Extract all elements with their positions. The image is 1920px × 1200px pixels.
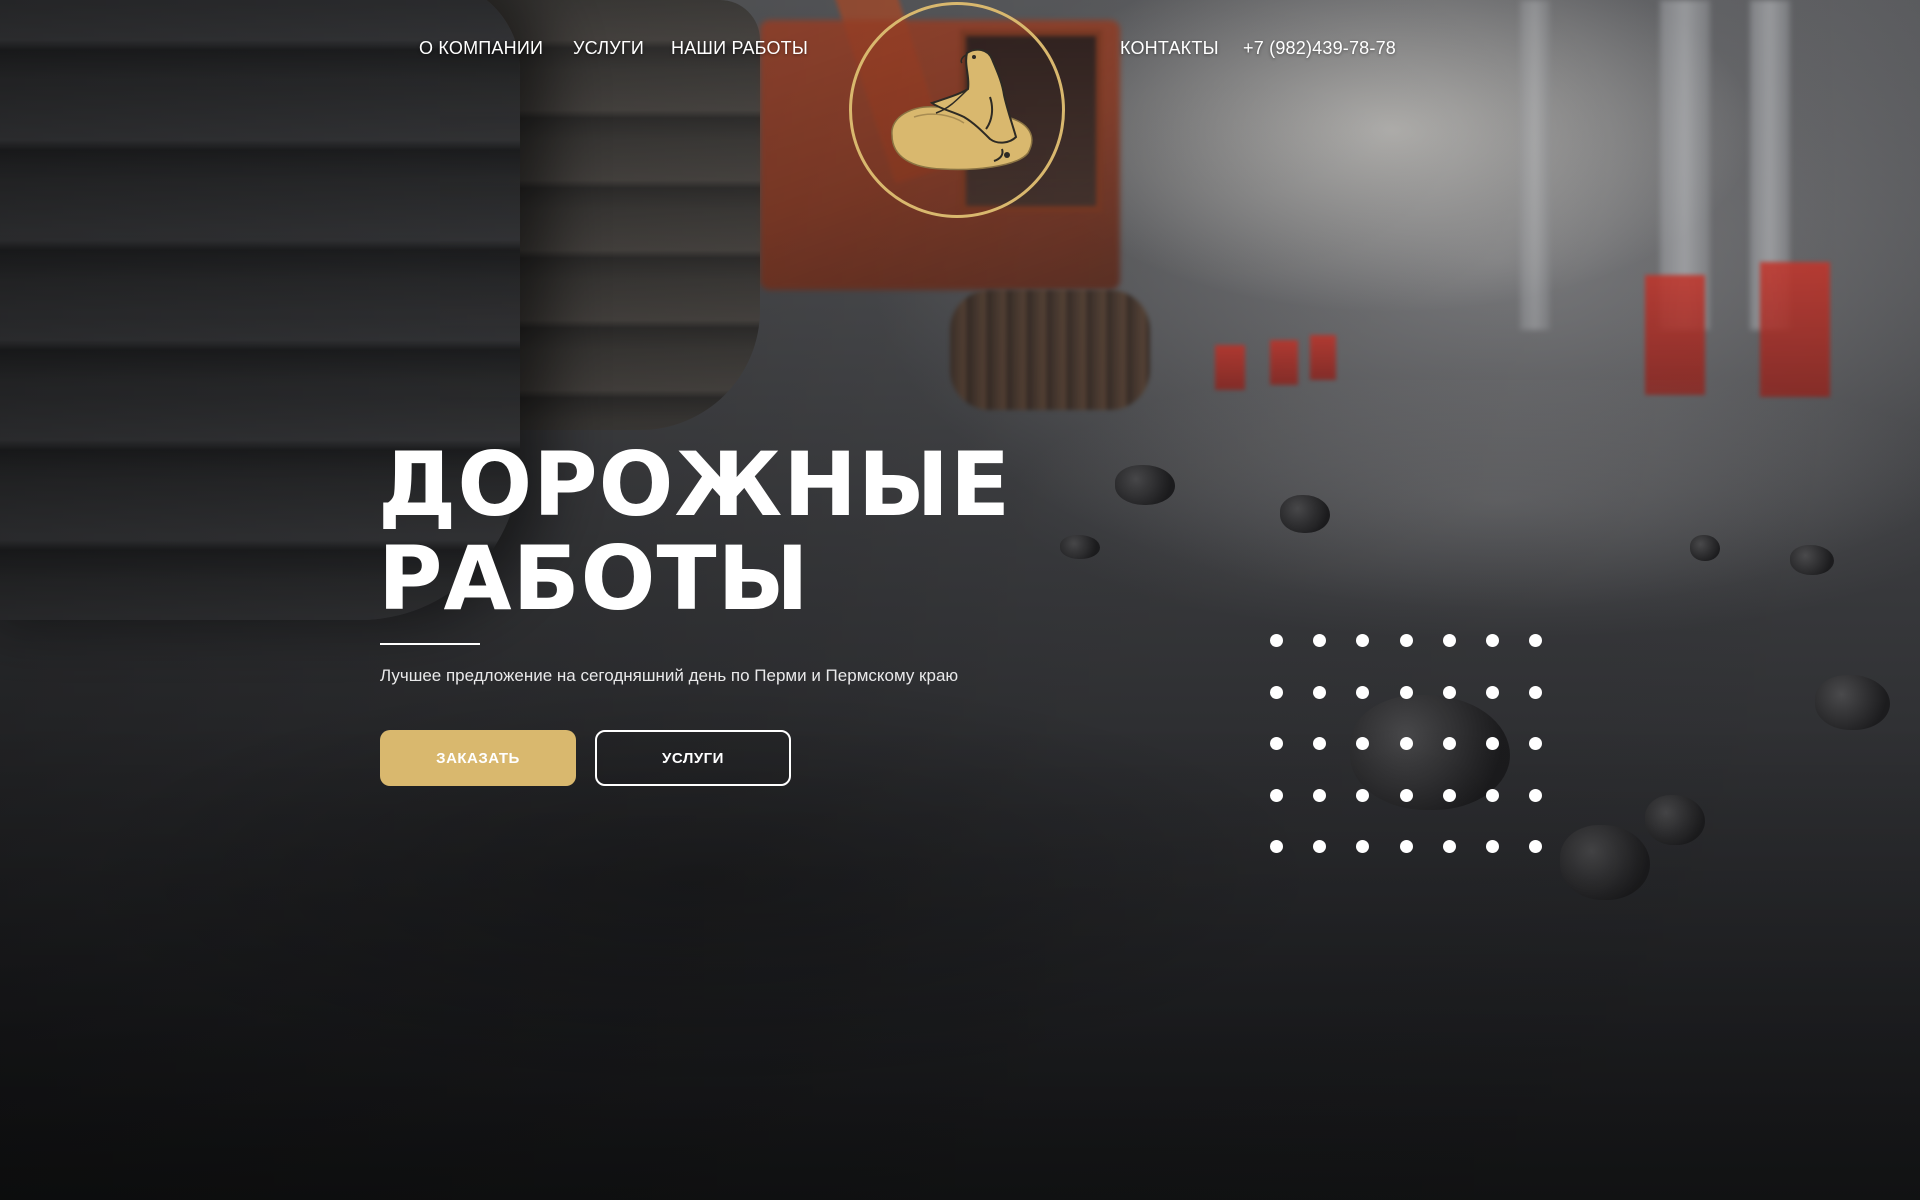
nav-link-phone[interactable]: +7 (982)439-78-78 bbox=[1243, 38, 1396, 59]
decorative-dot bbox=[1356, 685, 1370, 699]
decorative-dot bbox=[1399, 685, 1413, 699]
order-button[interactable]: ЗАКАЗАТЬ bbox=[380, 730, 576, 786]
decorative-dot bbox=[1356, 788, 1370, 802]
decorative-dot bbox=[1486, 788, 1499, 802]
background-excavator-track bbox=[950, 290, 1150, 410]
background-rock bbox=[1280, 495, 1330, 533]
decorative-dot bbox=[1270, 840, 1283, 853]
decorative-dot bbox=[1399, 634, 1413, 647]
decorative-dot bbox=[1313, 685, 1327, 699]
decorative-dot bbox=[1399, 840, 1413, 853]
decorative-dot bbox=[1486, 737, 1499, 750]
decorative-dot bbox=[1313, 634, 1327, 647]
background-barrier bbox=[1310, 335, 1336, 380]
nav-link-about[interactable]: О КОМПАНИИ bbox=[419, 38, 543, 59]
decorative-dot bbox=[1529, 840, 1543, 853]
nav-link-works[interactable]: НАШИ РАБОТЫ bbox=[671, 38, 808, 59]
decorative-dot bbox=[1486, 634, 1499, 647]
background-rock bbox=[1115, 465, 1175, 505]
decorative-dot bbox=[1270, 788, 1283, 802]
background-rock bbox=[1790, 545, 1834, 575]
decorative-dot bbox=[1356, 634, 1370, 647]
decorative-dot bbox=[1529, 737, 1543, 750]
hero-title-line2: РАБОТЫ bbox=[378, 527, 810, 630]
background-barrier bbox=[1760, 262, 1830, 397]
decorative-dot bbox=[1529, 788, 1543, 802]
logo[interactable] bbox=[849, 2, 1065, 218]
decorative-dot bbox=[1270, 737, 1283, 750]
decorative-dot bbox=[1313, 737, 1327, 750]
decorative-dot bbox=[1486, 685, 1499, 699]
background-barrier bbox=[1215, 345, 1245, 390]
hero-section: О КОМПАНИИ УСЛУГИ НАШИ РАБОТЫ КОНТАКТЫ +… bbox=[0, 0, 1920, 1200]
decorative-dot bbox=[1399, 737, 1413, 750]
decorative-dot bbox=[1270, 685, 1283, 699]
decorative-dot bbox=[1313, 840, 1327, 853]
background-rock bbox=[1690, 535, 1720, 561]
decorative-dot bbox=[1356, 737, 1370, 750]
decorative-dot-grid bbox=[1270, 634, 1552, 854]
nav-link-contacts[interactable]: КОНТАКТЫ bbox=[1120, 38, 1219, 59]
decorative-dot bbox=[1442, 840, 1456, 853]
hero-title: ДОРОЖНЫЕ РАБОТЫ bbox=[378, 438, 1078, 626]
decorative-dot bbox=[1529, 634, 1543, 647]
decorative-dot bbox=[1442, 685, 1456, 699]
decorative-dot bbox=[1442, 737, 1456, 750]
title-divider bbox=[380, 643, 480, 645]
decorative-dot bbox=[1442, 634, 1456, 647]
services-button[interactable]: УСЛУГИ bbox=[595, 730, 791, 786]
hero-subtitle: Лучшее предложение на сегодняшний день п… bbox=[380, 666, 959, 685]
decorative-dot bbox=[1486, 840, 1499, 853]
background-barrier bbox=[1270, 340, 1298, 385]
seal-on-rock-icon bbox=[891, 48, 1033, 171]
decorative-dot bbox=[1529, 685, 1543, 699]
background-rock bbox=[1815, 675, 1890, 730]
background-rock bbox=[1560, 825, 1650, 900]
background-rock bbox=[1645, 795, 1705, 845]
nav-link-services[interactable]: УСЛУГИ bbox=[573, 38, 644, 59]
hero-title-line1: ДОРОЖНЫЕ bbox=[378, 433, 1012, 536]
background-barrier bbox=[1645, 275, 1705, 395]
decorative-dot bbox=[1442, 788, 1456, 802]
decorative-dot bbox=[1356, 840, 1370, 853]
decorative-dot bbox=[1313, 788, 1327, 802]
decorative-dot bbox=[1270, 634, 1283, 647]
decorative-dot bbox=[1399, 788, 1413, 802]
